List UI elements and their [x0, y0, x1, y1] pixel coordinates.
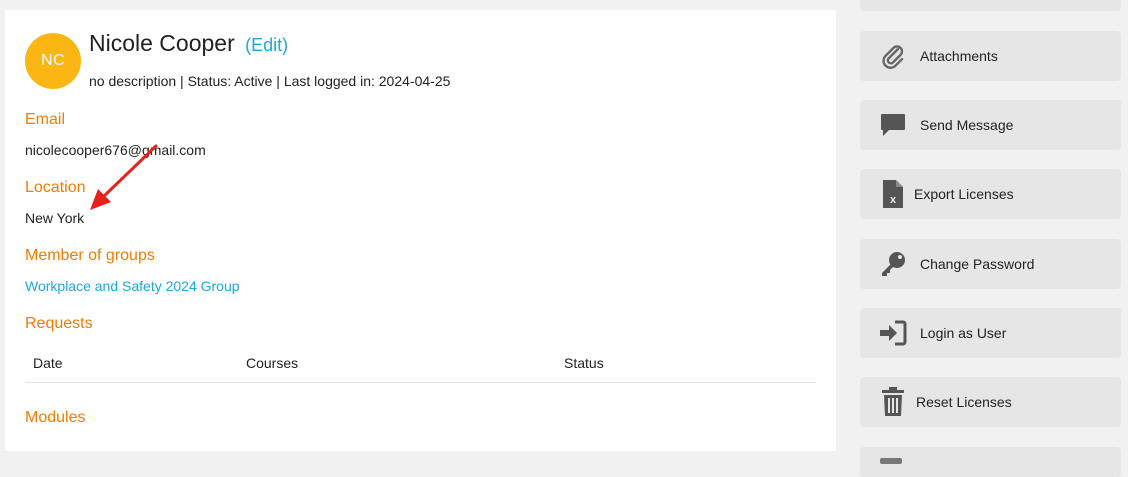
sidebar-button-partial-bottom[interactable]: [860, 447, 1121, 477]
location-value: New York: [25, 210, 85, 226]
partial-icon: [880, 458, 902, 464]
key-icon: [878, 249, 908, 279]
attachments-label: Attachments: [920, 48, 998, 64]
login-as-user-label: Login as User: [920, 325, 1007, 341]
requests-title: Requests: [25, 315, 93, 332]
column-status[interactable]: Status: [564, 355, 604, 371]
send-message-label: Send Message: [920, 117, 1014, 133]
user-name-heading: Nicole Cooper (Edit): [89, 30, 288, 57]
change-password-button[interactable]: Change Password: [860, 239, 1121, 289]
sidebar-button-partial-top[interactable]: [860, 0, 1121, 11]
email-value: nicolecooper676@gmail.com: [25, 142, 206, 158]
avatar: NC: [25, 33, 81, 89]
send-message-button[interactable]: Send Message: [860, 100, 1121, 150]
speech-bubble-icon: [878, 110, 908, 140]
edit-link[interactable]: (Edit): [245, 35, 288, 55]
svg-text:x: x: [890, 194, 897, 206]
paperclip-icon: [878, 41, 908, 71]
email-title: Email: [25, 111, 66, 128]
reset-licenses-label: Reset Licenses: [916, 394, 1012, 410]
group-link[interactable]: Workplace and Safety 2024 Group: [25, 278, 240, 294]
export-licenses-button[interactable]: x Export Licenses: [860, 169, 1121, 219]
user-meta: no description | Status: Active | Last l…: [89, 73, 451, 89]
user-name: Nicole Cooper: [89, 30, 235, 56]
location-title: Location: [25, 179, 86, 196]
column-date[interactable]: Date: [33, 355, 63, 371]
edit-label: Edit: [251, 35, 283, 55]
requests-table-header: Date Courses Status: [25, 351, 816, 383]
sign-in-icon: [878, 318, 908, 348]
modules-title: Modules: [25, 409, 86, 426]
attachments-button[interactable]: Attachments: [860, 31, 1121, 81]
login-as-user-button[interactable]: Login as User: [860, 308, 1121, 358]
edit-paren-close: ): [282, 35, 289, 55]
groups-title: Member of groups: [25, 247, 155, 264]
excel-file-icon: x: [878, 179, 908, 209]
column-courses[interactable]: Courses: [246, 355, 298, 371]
trash-icon: [878, 387, 908, 417]
export-licenses-label: Export Licenses: [914, 186, 1014, 202]
change-password-label: Change Password: [920, 256, 1035, 272]
reset-licenses-button[interactable]: Reset Licenses: [860, 377, 1121, 427]
